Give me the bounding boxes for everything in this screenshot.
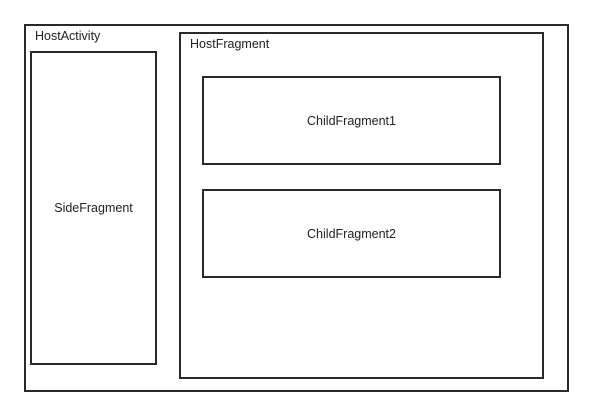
host-fragment-label: HostFragment [190,37,270,51]
child-fragment-2-label: ChildFragment2 [307,226,396,241]
child-fragment-1-box: ChildFragment1 [202,76,501,165]
host-activity-label: HostActivity [35,29,101,43]
child-fragment-2-box: ChildFragment2 [202,189,501,278]
side-fragment-box: SideFragment [30,51,157,365]
child-fragment-1-label: ChildFragment1 [307,113,396,128]
side-fragment-label: SideFragment [54,201,133,215]
